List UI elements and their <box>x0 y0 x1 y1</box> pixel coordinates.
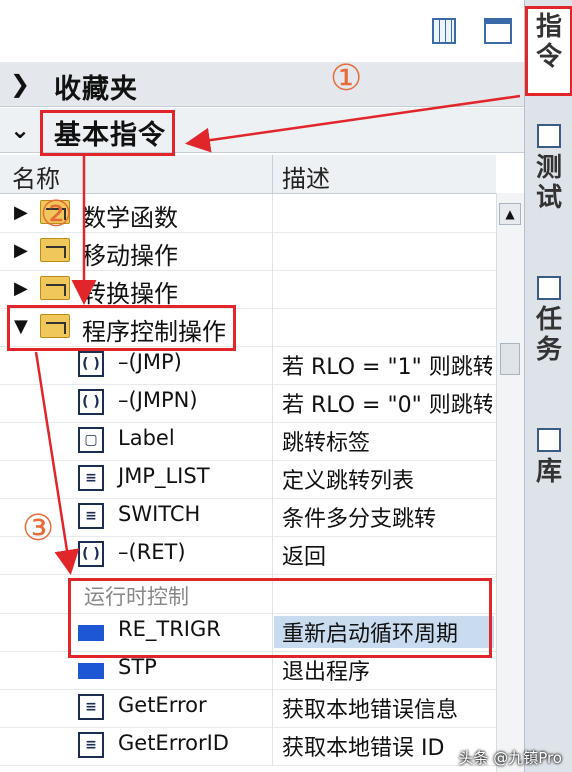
tab-tasks-label: 任务 <box>535 305 562 365</box>
right-dock: 指令 测试 任务 库 <box>524 0 572 772</box>
instruction-name: JMP_LIST <box>118 464 210 488</box>
instruction-name: SWITCH <box>118 502 201 526</box>
table-view-icon[interactable] <box>432 18 456 44</box>
box-icon: ≡ <box>78 503 104 529</box>
box-icon: ≡ <box>78 732 104 758</box>
coil-icon: ( ) <box>78 389 104 415</box>
tab-instructions[interactable]: 指令 <box>525 6 572 96</box>
annotation-1: ① <box>330 58 363 99</box>
column-description-header[interactable]: 描述 <box>282 159 330 194</box>
coil-icon: ( ) <box>78 541 104 567</box>
column-name-header[interactable]: 名称 <box>12 159 60 194</box>
tree-row-convert[interactable]: ▶ 转换操作 <box>0 270 496 309</box>
box-icon: ≡ <box>78 694 104 720</box>
label-icon: ▢ <box>78 427 104 453</box>
test-icon <box>537 124 561 148</box>
instruction-row[interactable]: ▢ Label 跳转标签 <box>0 422 496 461</box>
instruction-row[interactable]: ≡ GetError 获取本地错误信息 <box>0 689 496 728</box>
cell-divider <box>272 689 273 727</box>
instruction-desc: 定义跳转列表 <box>282 469 415 494</box>
highlight-program-control <box>7 305 236 351</box>
chevron-right-icon: ❯ <box>10 70 31 98</box>
cell-divider <box>272 308 273 346</box>
coil-icon: ( ) <box>78 351 104 377</box>
folder-icon <box>40 238 70 262</box>
tab-tasks[interactable]: 任务 <box>529 276 569 366</box>
cell-divider <box>272 270 273 308</box>
expand-arrow-icon[interactable]: ▶ <box>14 278 28 299</box>
expand-arrow-icon[interactable]: ▶ <box>14 202 28 223</box>
instruction-name: Label <box>118 426 175 450</box>
tree-row-move[interactable]: ▶ 移动操作 <box>0 232 496 271</box>
category-label: 数学函数 <box>82 204 178 232</box>
expand-arrow-icon[interactable]: ▶ <box>14 240 28 261</box>
instruction-desc: 返回 <box>282 545 327 570</box>
instruction-row[interactable]: ( ) –(JMPN) 若 RLO = "0" 则跳转 <box>0 384 496 423</box>
blue-block-icon <box>78 663 104 679</box>
category-label: 转换操作 <box>82 280 178 308</box>
instruction-name: –(JMPN) <box>118 388 198 412</box>
favorites-title: 收藏夹 <box>54 74 138 105</box>
instruction-name: STP <box>118 655 157 679</box>
vertical-scrollbar[interactable]: ▲ <box>496 193 525 772</box>
highlight-re-trigr <box>68 578 492 658</box>
instruction-name: GetError <box>118 693 207 717</box>
cell-divider <box>272 498 273 536</box>
instruction-row[interactable]: ≡ SWITCH 条件多分支跳转 <box>0 498 496 537</box>
tab-test-label: 测试 <box>535 153 562 213</box>
instruction-row[interactable]: ( ) –(RET) 返回 <box>0 536 496 575</box>
instruction-desc: 退出程序 <box>282 660 371 685</box>
tab-test[interactable]: 测试 <box>529 124 569 214</box>
instruction-desc: 获取本地错误信息 <box>282 698 459 723</box>
tab-library-label: 库 <box>535 457 562 487</box>
chevron-down-icon: ⌄ <box>10 116 31 144</box>
instruction-row[interactable]: ≡ GetErrorID 获取本地错误 ID <box>0 727 496 766</box>
annotation-2: ② <box>40 194 73 235</box>
cell-divider <box>272 422 273 460</box>
cell-divider <box>272 536 273 574</box>
instruction-desc: 条件多分支跳转 <box>282 507 437 532</box>
instruction-desc: 若 RLO = "1" 则跳转 <box>282 355 492 380</box>
tasks-icon <box>537 276 561 300</box>
tab-library[interactable]: 库 <box>529 428 569 488</box>
highlight-basic-instructions <box>40 110 175 156</box>
instruction-desc: 若 RLO = "0" 则跳转 <box>282 393 492 418</box>
instruction-name: –(JMP) <box>118 350 182 374</box>
cell-divider <box>272 194 273 232</box>
instruction-desc: 跳转标签 <box>282 431 371 456</box>
instruction-row[interactable]: ≡ JMP_LIST 定义跳转列表 <box>0 460 496 499</box>
folder-icon <box>40 276 70 300</box>
toolbar <box>0 0 524 63</box>
cell-divider <box>272 460 273 498</box>
cell-divider <box>272 346 273 384</box>
tab-instructions-label: 指令 <box>535 12 562 72</box>
favorites-section[interactable]: ❯ 收藏夹 <box>0 62 524 107</box>
library-icon <box>537 428 561 452</box>
cell-divider <box>272 384 273 422</box>
scroll-up-icon[interactable]: ▲ <box>499 203 521 225</box>
tree-row-math[interactable]: ▶ 数学函数 <box>0 194 496 233</box>
column-divider[interactable] <box>272 155 273 193</box>
column-header: 名称 描述 <box>0 155 496 194</box>
window-icon[interactable] <box>484 18 512 44</box>
instruction-name: –(RET) <box>118 540 186 564</box>
scroll-thumb[interactable] <box>500 343 520 375</box>
instruction-row[interactable]: ( ) –(JMP) 若 RLO = "1" 则跳转 <box>0 346 496 385</box>
instruction-name: GetErrorID <box>118 731 229 755</box>
category-label: 移动操作 <box>82 242 178 270</box>
cell-divider <box>272 727 273 765</box>
annotation-3: ③ <box>22 508 55 549</box>
watermark: 头条 @九镇Pro <box>458 749 562 767</box>
cell-divider <box>272 232 273 270</box>
box-icon: ≡ <box>78 465 104 491</box>
